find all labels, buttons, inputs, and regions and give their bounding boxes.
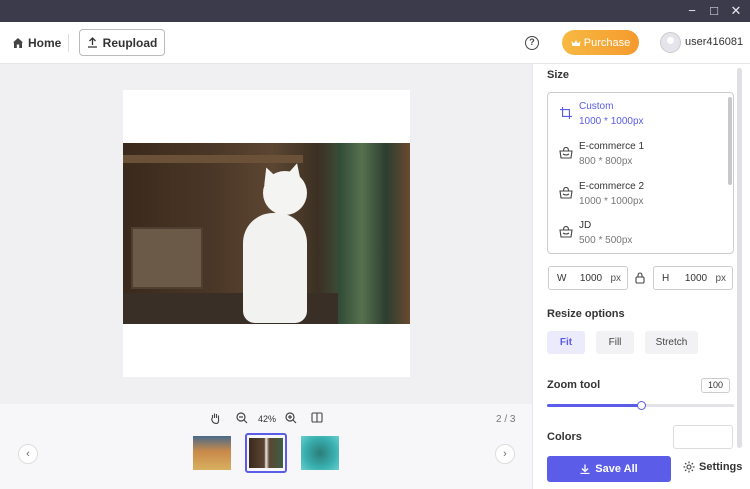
save-all-button[interactable]: Save All bbox=[547, 456, 671, 482]
upload-icon bbox=[87, 37, 97, 48]
settings-button[interactable]: Settings bbox=[683, 461, 742, 473]
color-picker[interactable] bbox=[673, 425, 733, 449]
previous-arrow-icon[interactable]: ‹ bbox=[18, 444, 38, 464]
size-preset-jd[interactable]: JD 500 * 500px bbox=[548, 212, 728, 252]
settings-panel: Size Custom 1000 * 1000px E-commerce 1 8… bbox=[532, 64, 750, 489]
resize-fit-button[interactable]: Fit bbox=[547, 331, 585, 354]
size-preset-ecommerce-2[interactable]: E-commerce 2 1000 * 1000px bbox=[548, 173, 728, 213]
width-field[interactable]: W 1000 px bbox=[548, 266, 628, 290]
thumbnail-strip: ‹ › bbox=[0, 433, 532, 489]
zoom-slider[interactable] bbox=[547, 401, 734, 410]
toolbar-divider bbox=[68, 34, 69, 52]
title-bar: − □ ✕ bbox=[0, 0, 750, 22]
purchase-label: Purchase bbox=[583, 36, 631, 49]
colors-title: Colors bbox=[547, 431, 582, 443]
canvas-page[interactable] bbox=[123, 90, 410, 377]
zoom-value-input[interactable]: 100 bbox=[701, 378, 730, 393]
home-button[interactable]: Home bbox=[12, 34, 61, 52]
download-icon bbox=[580, 464, 590, 474]
page-count: 2 / 3 bbox=[496, 414, 516, 425]
zoom-slider-fill bbox=[547, 404, 641, 407]
home-icon bbox=[13, 38, 23, 48]
purchase-button[interactable]: Purchase bbox=[562, 30, 639, 55]
size-list-scrollbar[interactable] bbox=[728, 97, 732, 185]
size-preset-dim: 500 * 500px bbox=[579, 235, 633, 246]
height-value[interactable]: 1000 bbox=[681, 273, 711, 284]
thumbnail-sea-turtle-photo[interactable] bbox=[299, 433, 341, 473]
close-icon[interactable]: ✕ bbox=[728, 3, 744, 19]
avatar[interactable] bbox=[660, 32, 681, 53]
shopping-bag-icon bbox=[559, 226, 573, 238]
width-unit: px bbox=[610, 273, 621, 284]
top-toolbar: Home Reupload ? Purchase user416081 bbox=[0, 22, 750, 64]
save-all-label: Save All bbox=[595, 463, 638, 475]
size-preset-dim: 1000 * 1000px bbox=[579, 116, 644, 127]
hand-tool-icon[interactable] bbox=[209, 412, 222, 425]
maximize-icon[interactable]: □ bbox=[706, 3, 722, 19]
size-preset-dim: 1000 * 1000px bbox=[579, 196, 644, 207]
help-icon[interactable]: ? bbox=[525, 36, 539, 50]
panel-scrollbar[interactable] bbox=[737, 68, 742, 448]
zoom-tool-title: Zoom tool bbox=[547, 379, 601, 391]
zoom-slider-handle[interactable] bbox=[636, 401, 646, 410]
thumbnail-person-photo[interactable] bbox=[191, 433, 233, 473]
resize-stretch-button[interactable]: Stretch bbox=[645, 331, 698, 354]
size-preset-ecommerce-1[interactable]: E-commerce 1 800 * 800px bbox=[548, 133, 728, 173]
size-preset-name: JD bbox=[579, 220, 592, 231]
size-title: Size bbox=[547, 69, 570, 81]
size-preset-name: E-commerce 1 bbox=[579, 141, 645, 152]
size-preset-name: Custom bbox=[579, 101, 614, 112]
crop-icon bbox=[560, 107, 572, 119]
zoom-bar: 42% 2 / 3 bbox=[0, 404, 532, 433]
crown-icon bbox=[571, 39, 581, 46]
settings-label: Settings bbox=[699, 461, 743, 473]
compare-icon[interactable] bbox=[310, 412, 323, 425]
home-label: Home bbox=[28, 36, 62, 50]
zoom-in-icon[interactable] bbox=[284, 412, 297, 425]
width-value[interactable]: 1000 bbox=[576, 273, 606, 284]
reupload-button[interactable]: Reupload bbox=[79, 29, 165, 56]
size-preset-name: E-commerce 2 bbox=[579, 181, 645, 192]
lock-icon[interactable] bbox=[634, 272, 646, 284]
gear-icon bbox=[683, 461, 695, 473]
cat-image bbox=[123, 143, 410, 324]
zoom-out-icon[interactable] bbox=[235, 412, 248, 425]
resize-fill-button[interactable]: Fill bbox=[596, 331, 634, 354]
canvas-area bbox=[0, 64, 532, 404]
height-label: H bbox=[662, 273, 670, 284]
minimize-icon[interactable]: − bbox=[684, 3, 700, 19]
reupload-label: Reupload bbox=[102, 35, 158, 50]
next-arrow-icon[interactable]: › bbox=[495, 444, 515, 464]
size-preset-dim: 800 * 800px bbox=[579, 156, 633, 167]
shopping-bag-icon bbox=[559, 147, 573, 159]
resize-options-title: Resize options bbox=[547, 308, 625, 320]
height-unit: px bbox=[715, 273, 726, 284]
width-label: W bbox=[557, 273, 567, 284]
shopping-bag-icon bbox=[559, 187, 573, 199]
height-field[interactable]: H 1000 px bbox=[653, 266, 733, 290]
size-preset-custom[interactable]: Custom 1000 * 1000px bbox=[548, 93, 728, 133]
thumbnail-cat-photo[interactable] bbox=[245, 433, 287, 473]
username: user416081 bbox=[685, 36, 744, 48]
size-preset-list: Custom 1000 * 1000px E-commerce 1 800 * … bbox=[547, 92, 734, 254]
zoom-percent: 42% bbox=[258, 414, 277, 424]
